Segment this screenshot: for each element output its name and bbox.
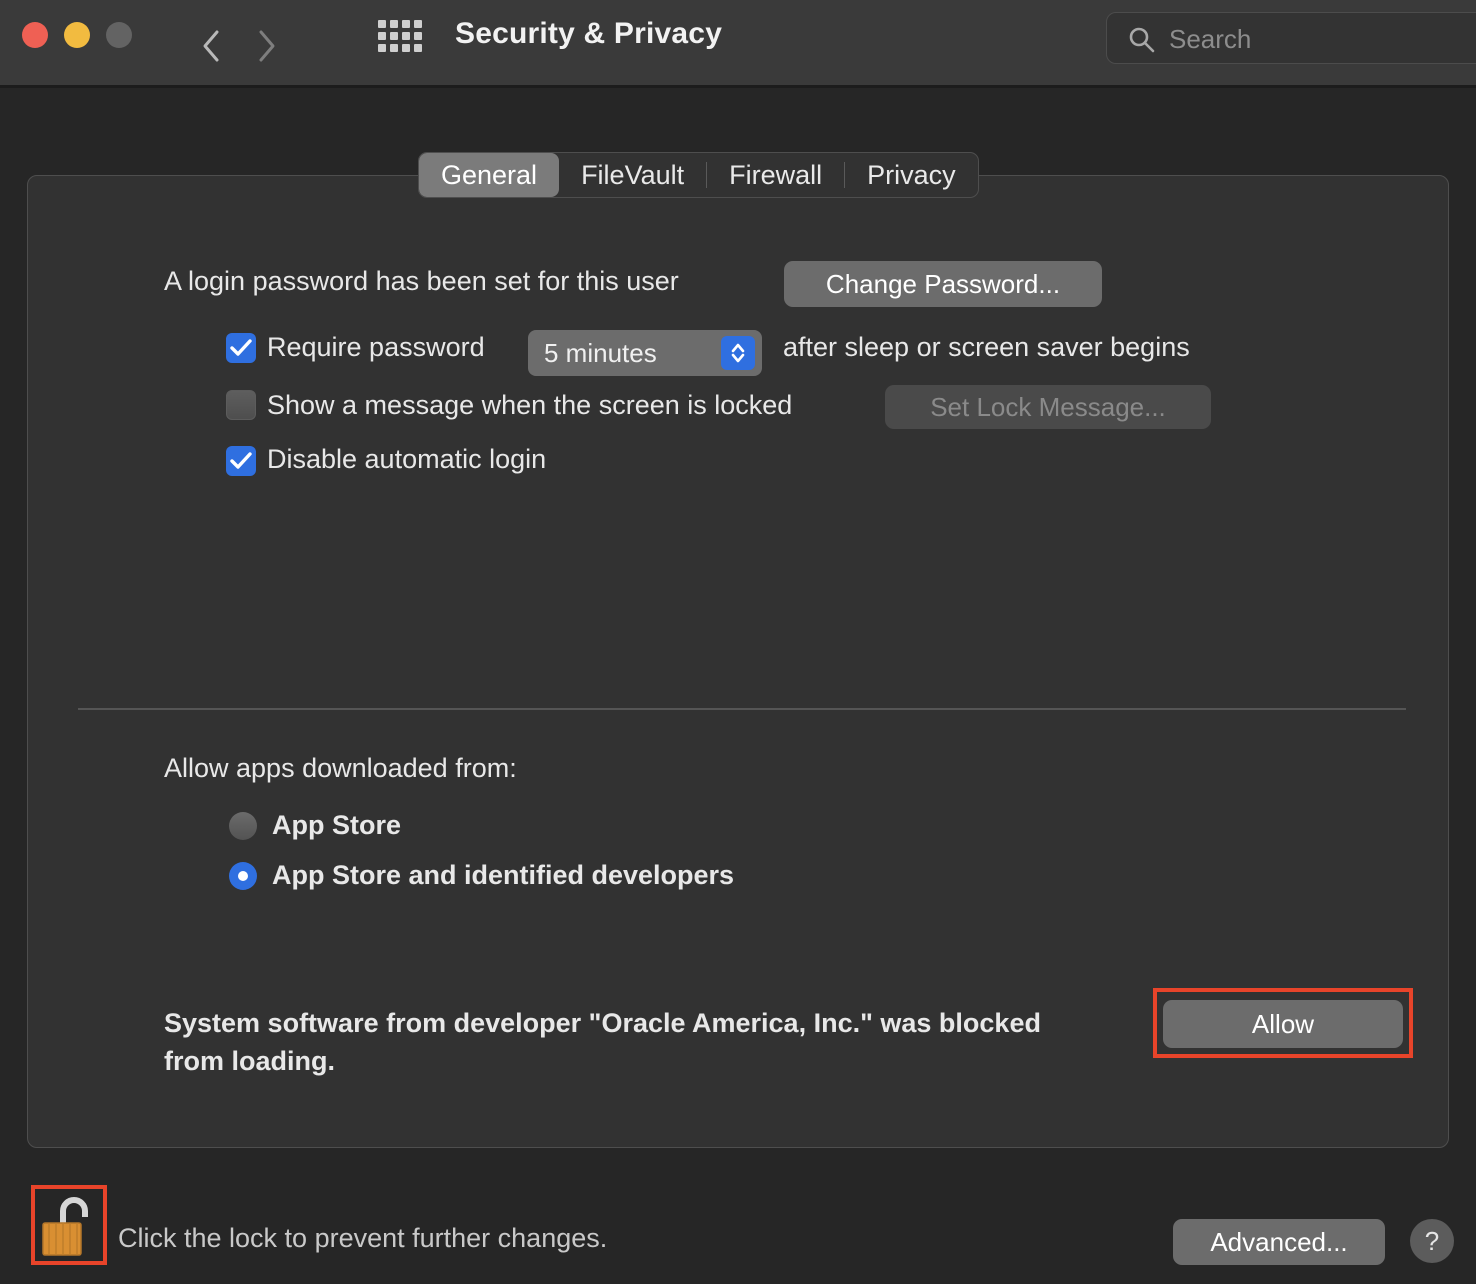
require-password-interval-popup[interactable]: 5 minutes: [528, 330, 762, 376]
tab-firewall[interactable]: Firewall: [707, 153, 844, 197]
security-privacy-window: Security & Privacy Search General FileVa…: [0, 0, 1476, 1284]
chevron-right-icon[interactable]: [256, 28, 278, 62]
show-lock-message-checkbox[interactable]: [226, 390, 256, 420]
radio-app-store-identified-developers-label: App Store and identified developers: [272, 860, 734, 891]
window-titlebar: Security & Privacy Search: [0, 0, 1476, 88]
chevron-updown-icon[interactable]: [721, 336, 755, 370]
lock-button[interactable]: [31, 1185, 107, 1265]
blocked-software-line2: from loading.: [164, 1046, 335, 1077]
allow-button[interactable]: Allow: [1163, 1000, 1403, 1048]
navigation-buttons: [200, 10, 278, 80]
section-divider: [78, 708, 1406, 710]
unlocked-padlock-icon: [39, 1191, 99, 1264]
chevron-left-icon[interactable]: [200, 28, 222, 62]
advanced-button[interactable]: Advanced...: [1173, 1219, 1385, 1265]
radio-app-store-identified-developers[interactable]: [229, 862, 257, 890]
login-password-status: A login password has been set for this u…: [164, 266, 679, 297]
show-all-grid-icon[interactable]: [378, 20, 422, 52]
tab-bar: General FileVault Firewall Privacy: [418, 152, 979, 198]
lock-status-message: Click the lock to prevent further change…: [118, 1223, 607, 1254]
set-lock-message-button[interactable]: Set Lock Message...: [885, 385, 1211, 429]
zoom-button[interactable]: [106, 22, 132, 48]
search-field[interactable]: Search: [1106, 12, 1476, 64]
require-password-label: Require password: [267, 332, 485, 363]
disable-automatic-login-checkbox[interactable]: [226, 446, 256, 476]
require-password-interval-value: 5 minutes: [544, 338, 657, 369]
change-password-button[interactable]: Change Password...: [784, 261, 1102, 307]
require-password-suffix: after sleep or screen saver begins: [783, 332, 1190, 363]
blocked-software-line1: System software from developer "Oracle A…: [164, 1008, 1041, 1039]
radio-app-store-label: App Store: [272, 810, 401, 841]
radio-app-store[interactable]: [229, 812, 257, 840]
show-lock-message-label: Show a message when the screen is locked: [267, 390, 792, 421]
search-icon: [1127, 25, 1157, 60]
require-password-checkbox[interactable]: [226, 333, 256, 363]
tab-general[interactable]: General: [419, 153, 559, 197]
allow-apps-heading: Allow apps downloaded from:: [164, 753, 517, 784]
traffic-light-buttons: [22, 22, 132, 48]
help-button[interactable]: ?: [1410, 1219, 1454, 1263]
search-placeholder: Search: [1169, 24, 1251, 54]
close-button[interactable]: [22, 22, 48, 48]
disable-automatic-login-label: Disable automatic login: [267, 444, 546, 475]
tab-privacy[interactable]: Privacy: [845, 153, 978, 197]
tab-filevault[interactable]: FileVault: [559, 153, 706, 197]
page-title: Security & Privacy: [455, 17, 722, 51]
minimize-button[interactable]: [64, 22, 90, 48]
